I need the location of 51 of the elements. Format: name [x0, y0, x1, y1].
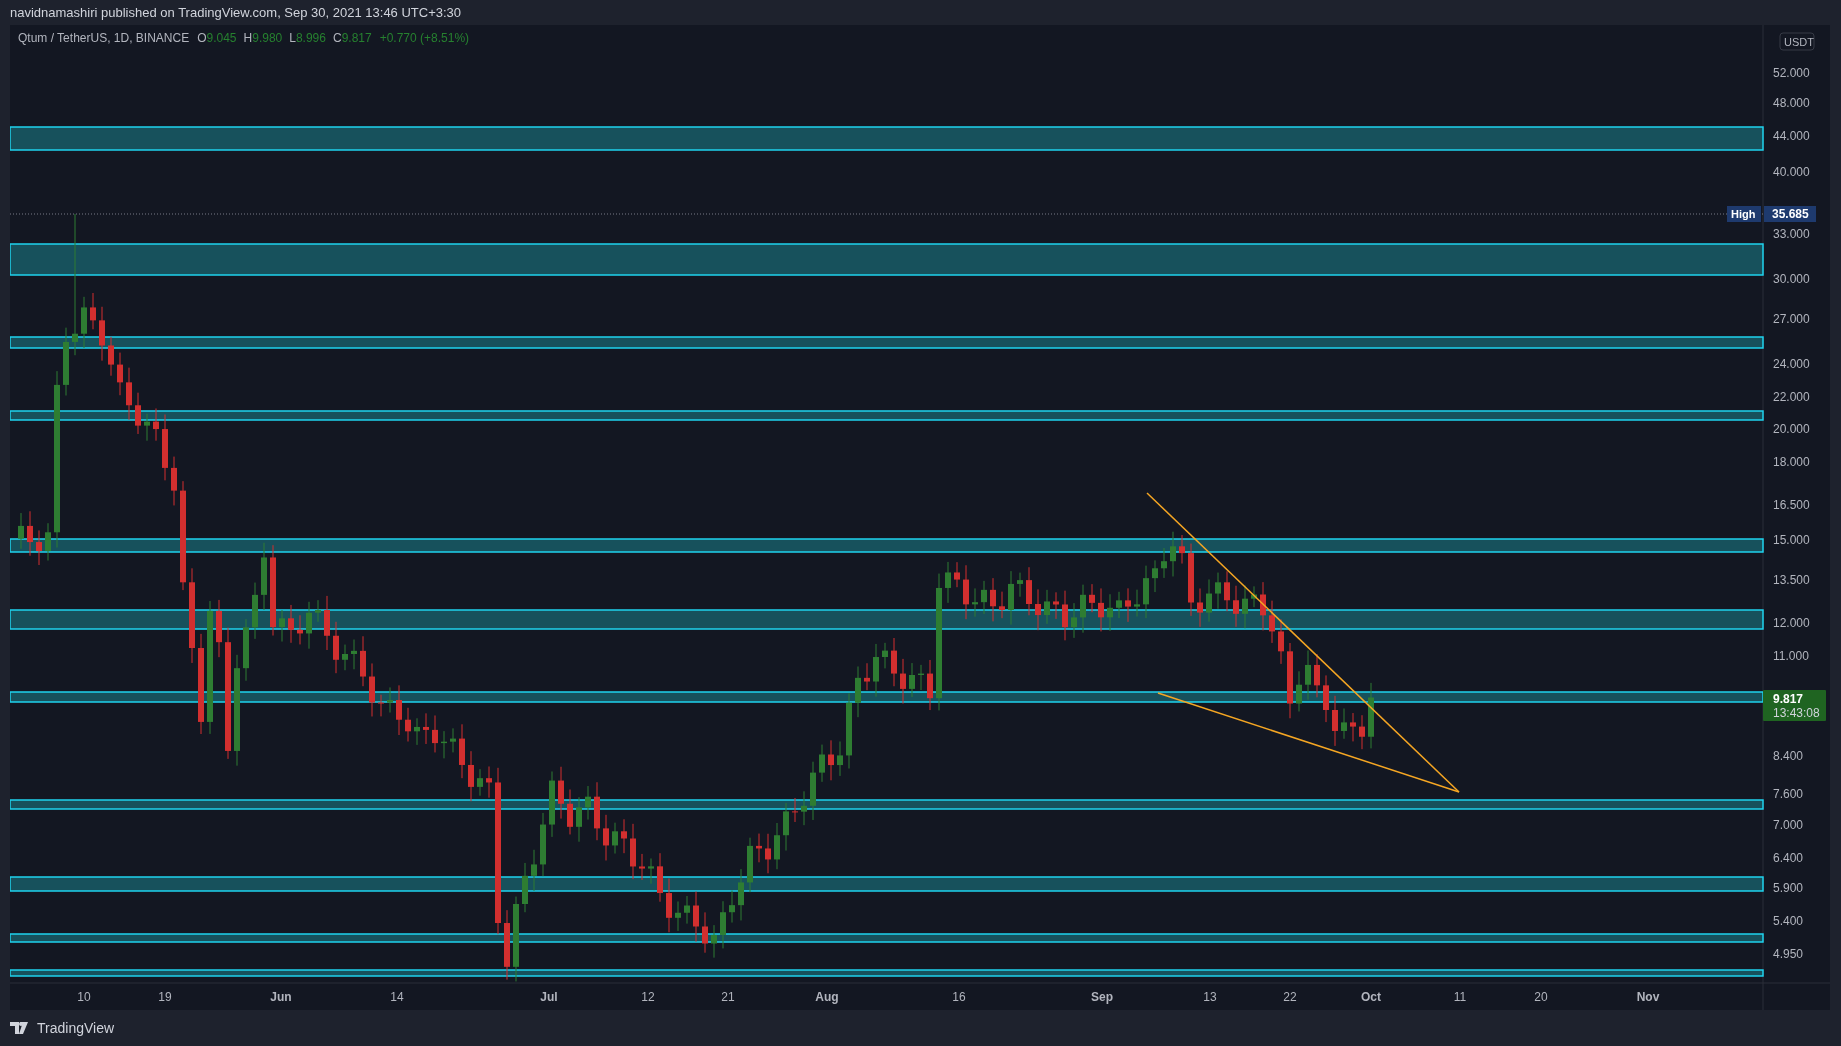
price-label: 11.000 [1773, 649, 1809, 663]
date-label: Oct [1361, 990, 1381, 1004]
price-label: 6.400 [1773, 851, 1804, 865]
last-price-label: 9.817 13:43:08 [1763, 690, 1826, 721]
price-label: 40.000 [1773, 165, 1810, 179]
date-label: 20 [1534, 990, 1548, 1004]
date-label: Jul [540, 990, 558, 1004]
date-label: Aug [815, 990, 839, 1004]
price-label: 22.000 [1773, 390, 1810, 404]
price-label: 27.000 [1773, 312, 1810, 326]
price-label: 30.000 [1773, 272, 1810, 286]
ohlc-reading: O9.045 [197, 30, 237, 47]
date-label: 10 [77, 990, 91, 1004]
date-label: Nov [1636, 990, 1660, 1004]
price-label: 33.000 [1773, 227, 1810, 241]
price-label: 7.600 [1773, 787, 1804, 801]
price-label: 12.000 [1773, 616, 1810, 630]
date-label: Sep [1091, 990, 1113, 1004]
date-label: 11 [1453, 990, 1467, 1004]
publication-text: navidnamashiri published on TradingView.com, Sep 30, 2021 13:46 UTC+3:30 [10, 3, 462, 22]
date-label: 19 [158, 990, 172, 1004]
price-label: 5.400 [1773, 914, 1804, 928]
price-label: 52.000 [1773, 66, 1810, 80]
price-label: 16.500 [1773, 498, 1810, 512]
date-label: 16 [952, 990, 966, 1004]
currency-badge: USDT [1779, 32, 1815, 51]
price-label: 18.000 [1773, 455, 1810, 469]
price-label: 13.500 [1773, 573, 1810, 587]
price-label: 4.950 [1773, 947, 1804, 961]
price-label: 7.000 [1773, 818, 1804, 832]
date-label: 14 [390, 990, 404, 1004]
date-label: 21 [721, 990, 735, 1004]
brand-name: TradingView [37, 1018, 115, 1038]
price-label: 24.000 [1773, 357, 1810, 371]
high-label: High [1727, 206, 1761, 222]
price-label: 44.000 [1773, 129, 1810, 143]
ohlc-reading: C9.817 [332, 30, 372, 47]
date-label: 13 [1203, 990, 1217, 1004]
change-reading: +0.770 (+8.51%) [379, 30, 470, 47]
price-label: 5.900 [1773, 881, 1804, 895]
ohlc-reading: H9.980 [243, 30, 283, 47]
price-label: 48.000 [1773, 96, 1810, 110]
symbol-title: Qtum / TetherUS, 1D, BINANCE [18, 30, 190, 47]
price-label: 8.400 [1773, 749, 1804, 763]
high-price-label: 35.685 [1764, 206, 1816, 222]
date-label: Jun [270, 990, 292, 1004]
date-label: 22 [1283, 990, 1297, 1004]
price-label: 20.000 [1773, 422, 1810, 436]
date-label: 12 [641, 990, 655, 1004]
price-label: 15.000 [1773, 533, 1810, 547]
ohlc-reading: L8.996 [289, 30, 326, 47]
